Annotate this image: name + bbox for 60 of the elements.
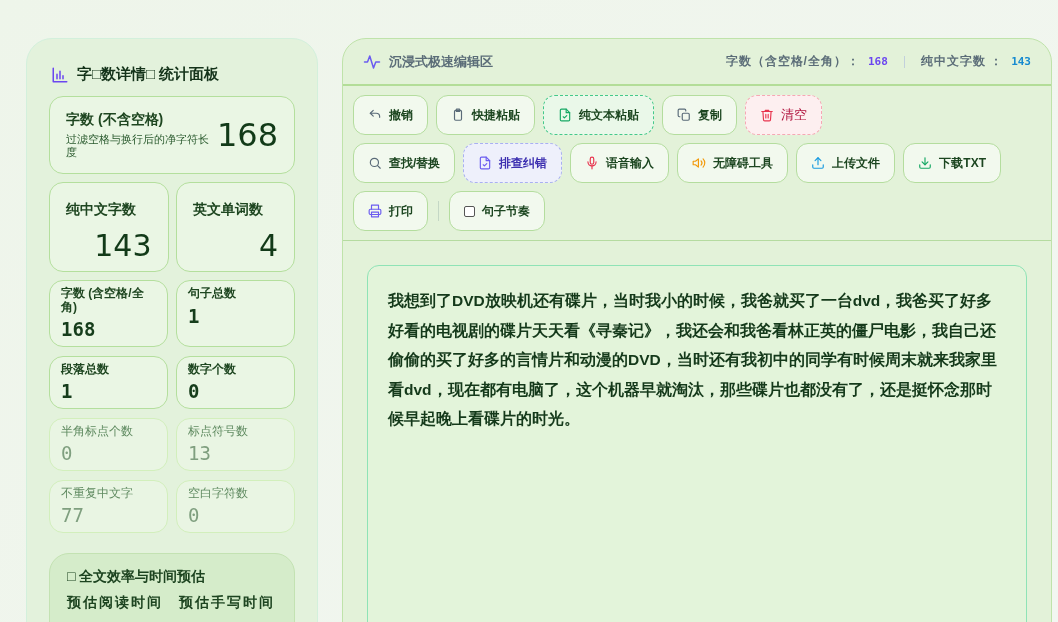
stat-value: 168 — [216, 116, 278, 155]
copy-icon — [677, 108, 691, 122]
toolbar-button[interactable]: 清空 — [745, 95, 822, 135]
stat-value: 77 — [61, 504, 85, 527]
stat-value: 0 — [188, 379, 201, 402]
toolbar-button[interactable]: 语音输入 — [570, 143, 670, 183]
checkbox-toggle[interactable]: 句子节奏 — [449, 191, 545, 231]
stat-label: 标点符号数 — [188, 424, 249, 439]
stat-label: 字数（含空格/全角）： — [725, 53, 860, 70]
search-icon — [368, 156, 382, 170]
microphone-icon — [585, 156, 600, 170]
download-icon — [918, 156, 933, 170]
toolbar-button[interactable]: 纯文本粘贴 — [543, 95, 654, 135]
stat-label: 空白字符数 — [188, 487, 249, 501]
stat-label: 纯中文字数 ： — [920, 53, 1004, 70]
stat-hint: 过滤空格与换行后的净字符长度 — [66, 133, 210, 160]
toolbar-button[interactable]: 无障碍工具 — [677, 143, 789, 183]
file-check-icon — [478, 156, 493, 170]
stat-label: 段落总数 — [61, 362, 110, 376]
printer-icon — [368, 204, 382, 218]
file-check-icon — [558, 108, 572, 122]
stat-value: 1 — [188, 304, 201, 327]
stat-label: 字数 (不含空格) — [66, 111, 165, 129]
estimate-label: 预估阅读时间 — [67, 594, 163, 613]
toolbar-button[interactable]: 下载TXT — [903, 143, 1001, 183]
stat-value: 143 — [93, 228, 152, 264]
toolbar-button[interactable]: 查找/替换 — [353, 143, 456, 183]
upload-icon — [811, 156, 826, 170]
toolbar-button[interactable]: 排查纠错 — [463, 143, 563, 183]
stat-label: 纯中文字数 — [66, 201, 137, 220]
estimate-label: 预估手写时间 — [179, 594, 275, 613]
stat-value: 0 — [188, 504, 201, 527]
stat-value: 13 — [188, 442, 212, 465]
stat-value: 0 — [61, 442, 74, 465]
toolbar-button[interactable]: 快捷粘贴 — [436, 95, 535, 135]
editor-title: 沉浸式极速编辑区 — [389, 52, 493, 71]
pulse-icon — [363, 52, 381, 71]
stat-label: 字数 (含空格/全角) — [61, 287, 145, 314]
stat-label: 数字个数 — [188, 362, 237, 376]
stat-value: 143 — [1011, 55, 1031, 68]
clipboard-icon — [451, 108, 465, 122]
stat-value: 4 — [257, 228, 278, 264]
stat-value: 1 — [61, 379, 74, 402]
bar-chart-icon — [51, 65, 69, 84]
estimate-title: □ 全文效率与时间预估 — [67, 568, 207, 587]
stat-value: 168 — [867, 55, 888, 68]
stat-label: 句子总数 — [188, 287, 237, 301]
toolbar-button[interactable]: 复制 — [662, 95, 737, 135]
stat-label: 英文单词数 — [192, 201, 264, 220]
stat-value: 168 — [61, 317, 97, 340]
stat-label: 不重复中文字 — [61, 487, 134, 501]
trash-icon — [760, 108, 774, 122]
text-editor[interactable]: 我想到了DVD放映机还有碟片，当时我小的时候，我爸就买了一台dvd，我爸买了好多好看的电视剧的碟片天天看《寻秦记》，我还会和我爸看林正英的僵尸电影，我自己还偷偷的买了好多的言情片和动漫的DVD，当时还有我初中的同学有时候周末就来我家里看dvd，现在都有电脑了，这个机器早就淘汰，那些碟片也都没有了，还是挺怀念那时候早起晚上看碟片的时光。 — [367, 265, 1027, 622]
stat-label: 半角标点个数 — [61, 424, 134, 439]
toolbar-button[interactable]: 打印 — [353, 191, 428, 231]
toolbar-button[interactable]: 撤销 — [353, 95, 428, 135]
toolbar-button[interactable]: 上传文件 — [796, 143, 896, 183]
speaker-icon — [692, 156, 707, 170]
panel-title: 字□数详情□ 统计面板 — [77, 65, 220, 84]
checkbox[interactable] — [464, 205, 475, 217]
